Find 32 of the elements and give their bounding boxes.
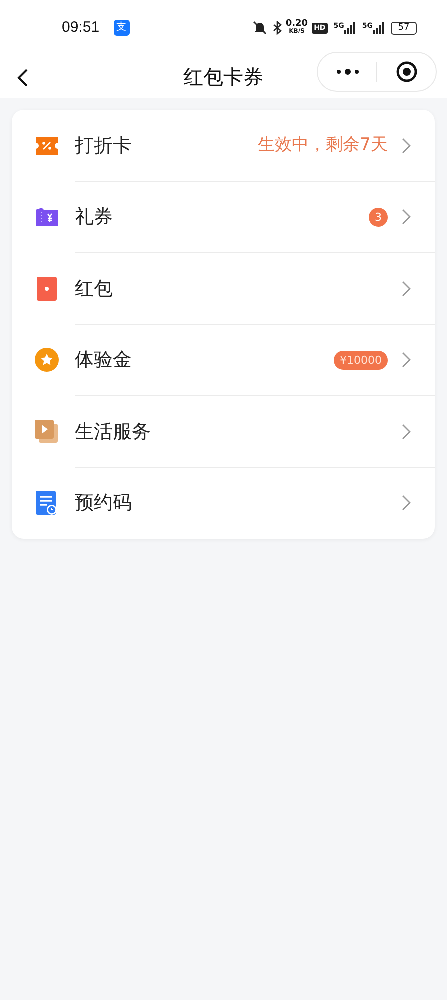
amount-tag: ¥10000 bbox=[334, 350, 388, 370]
bluetooth-icon bbox=[272, 21, 282, 35]
muted-bell-icon bbox=[252, 21, 267, 35]
envelope-icon bbox=[36, 276, 58, 301]
network-speed: 0.20 bbox=[286, 21, 308, 28]
close-mini-program-icon[interactable] bbox=[396, 61, 418, 83]
booking-list-icon bbox=[36, 491, 58, 516]
signal-icon bbox=[344, 22, 356, 34]
menu-item[interactable]: 预约码 bbox=[12, 468, 435, 539]
back-icon[interactable] bbox=[17, 68, 29, 88]
star-coin-icon bbox=[35, 348, 59, 372]
page-title: 红包卡券 bbox=[184, 64, 264, 91]
more-icon[interactable] bbox=[336, 68, 360, 76]
chevron-icon bbox=[402, 138, 411, 154]
status-time: 09:51 bbox=[62, 18, 100, 38]
menu-item[interactable]: 礼券 3 bbox=[12, 182, 435, 253]
battery-indicator: 57 bbox=[391, 22, 417, 34]
chevron-icon bbox=[402, 424, 411, 440]
menu-item[interactable]: 打折卡 生效中，剩余7天 bbox=[12, 110, 435, 182]
menu-item[interactable]: 生活服务 bbox=[12, 396, 435, 468]
menu-item[interactable]: 红包 bbox=[12, 253, 435, 324]
app-icon: 支 bbox=[114, 20, 130, 36]
signal-icon bbox=[373, 22, 385, 34]
chevron-icon bbox=[402, 352, 411, 368]
ticket-percent-icon bbox=[35, 136, 59, 156]
chevron-icon bbox=[402, 209, 411, 226]
count-badge: 3 bbox=[369, 208, 388, 227]
play-cards-icon bbox=[35, 420, 59, 444]
chevron-icon bbox=[402, 280, 411, 297]
chevron-icon bbox=[402, 495, 411, 512]
status-text: 生效中，剩余7天 bbox=[258, 134, 388, 157]
menu-item[interactable]: 体验金 ¥10000 bbox=[12, 324, 435, 396]
